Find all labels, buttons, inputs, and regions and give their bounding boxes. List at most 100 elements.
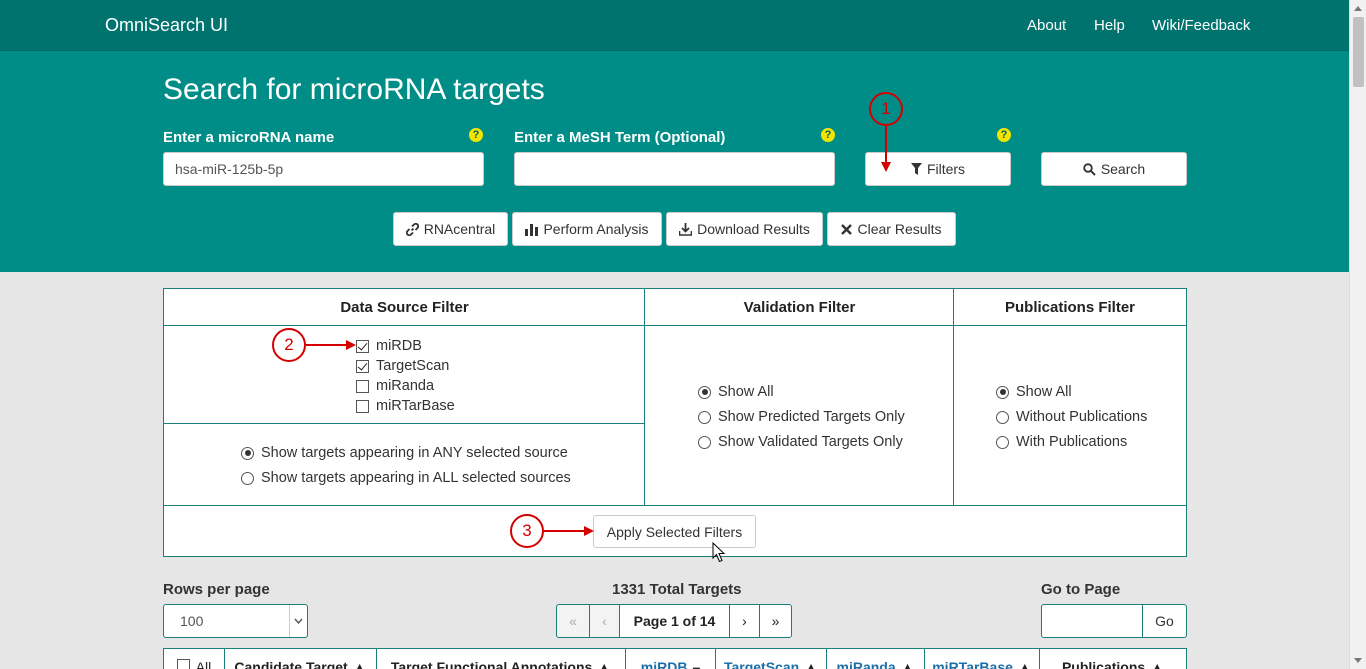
rnacentral-button-label: RNAcentral [423,221,496,237]
validation-show-all[interactable]: Show All [698,384,774,400]
search-hero: Search for microRNA targets Enter a micr… [0,51,1349,272]
publications-without[interactable]: Without Publications [996,409,1147,425]
source-mode-all[interactable]: Show targets appearing in ALL selected s… [241,470,571,486]
mirdb-label: miRDB [376,338,422,354]
bar-chart-icon [525,223,539,236]
sort-icon: ▲ [1150,659,1165,669]
column-header-miranda[interactable]: miRanda ▲ [827,649,925,669]
annotation-marker-1: 1 [869,92,903,126]
rows-per-page-label: Rows per page [163,581,270,598]
navbar: OmniSearch UI About Help Wiki/Feedback [0,0,1349,51]
publications-with[interactable]: With Publications [996,434,1127,450]
scroll-up-arrow-icon[interactable] [1354,6,1362,11]
go-button[interactable]: Go [1142,604,1187,638]
annotation-arrow-3 [544,526,594,536]
sort-icon: ▲ [900,659,915,669]
data-source-filter-heading: Data Source Filter [164,289,645,326]
page-title: Search for microRNA targets [163,73,545,106]
close-icon [841,223,853,235]
mesh-help-icon[interactable]: ? [821,128,835,142]
mesh-input[interactable] [514,152,835,186]
mouse-cursor-icon [712,542,726,563]
validation-show-all-label: Show All [718,384,774,400]
total-targets: 1331 Total Targets [612,581,742,598]
go-to-page-input[interactable] [1041,604,1143,638]
all-radio[interactable] [241,471,254,485]
download-results-button[interactable]: Download Results [666,212,823,246]
download-icon [679,222,693,236]
miranda-checkbox[interactable] [356,379,369,393]
annotation-marker-2: 2 [272,328,306,362]
next-page-button[interactable]: › [729,604,760,638]
column-header-targetscan[interactable]: TargetScan ▲ [716,649,827,669]
column-header-annotations[interactable]: Target Functional Annotations ▲ [377,649,626,669]
source-checkbox-miranda[interactable]: miRanda [356,378,434,394]
mesh-label: Enter a MeSH Term (Optional) [514,129,726,146]
validation-filter-heading: Validation Filter [645,289,954,326]
select-all-label: All [195,659,212,669]
validation-validated-radio[interactable] [698,435,711,449]
mirtarbase-checkbox[interactable] [356,399,369,413]
validation-validated-only[interactable]: Show Validated Targets Only [698,434,903,450]
select-all-checkbox[interactable] [176,659,190,669]
miranda-label: miRanda [376,378,435,394]
publications-show-all-label: Show All [1016,384,1072,400]
link-icon [405,222,419,236]
sort-icon: ▲ [352,659,367,669]
targetscan-label: TargetScan [376,358,450,374]
page-scrollbar[interactable] [1349,0,1366,669]
column-header-candidate-target[interactable]: Candidate Target ▲ [225,649,377,669]
publications-without-radio[interactable] [996,410,1009,424]
filters-panel: Data Source Filter Validation Filter Pub… [163,288,1187,557]
publications-show-all-radio[interactable] [996,385,1009,399]
filters-help-icon[interactable]: ? [997,128,1011,142]
annotation-marker-3: 3 [510,514,544,548]
scrollbar-thumb[interactable] [1353,17,1364,87]
source-checkbox-targetscan[interactable]: TargetScan [356,358,449,374]
filters-button-label: Filters [926,161,966,177]
results-table-header: All Candidate Target ▲ Target Functional … [163,648,1187,669]
source-mode-any[interactable]: Show targets appearing in ANY selected s… [241,445,568,461]
nav-link-about[interactable]: About [1027,17,1066,34]
any-label: Show targets appearing in ANY selected s… [261,445,568,461]
mirtarbase-label: miRTarBase [376,398,455,414]
publications-filter-heading: Publications Filter [954,289,1186,326]
validation-predicted-only[interactable]: Show Predicted Targets Only [698,409,905,425]
validation-predicted-radio[interactable] [698,410,711,424]
search-button-label: Search [1100,161,1146,177]
validation-show-all-radio[interactable] [698,385,711,399]
sort-icon: ▲ [1017,659,1032,669]
clear-results-button[interactable]: Clear Results [827,212,956,246]
brand-logo[interactable]: OmniSearch UI [105,15,228,36]
source-checkbox-mirdb[interactable]: miRDB [356,338,422,354]
column-header-publications[interactable]: Publications ▲ [1040,649,1186,669]
scroll-down-arrow-icon[interactable] [1354,658,1362,663]
current-page: Page 1 of 14 [619,604,730,638]
column-header-mirdb[interactable]: miRDB – [626,649,716,669]
publications-with-label: With Publications [1016,434,1128,450]
mirna-input[interactable] [163,152,484,186]
prev-page-button[interactable]: ‹ [589,604,620,638]
apply-filters-button[interactable]: Apply Selected Filters [593,515,756,548]
select-all-header[interactable]: All [164,649,225,669]
column-header-mirtarbase[interactable]: miRTarBase ▲ [925,649,1040,669]
perform-analysis-button[interactable]: Perform Analysis [512,212,662,246]
targetscan-checkbox[interactable] [356,359,369,373]
publications-with-radio[interactable] [996,435,1009,449]
rnacentral-button[interactable]: RNAcentral [393,212,508,246]
perform-analysis-button-label: Perform Analysis [543,221,649,237]
rows-per-page-select[interactable]: 100 [163,604,308,638]
annotation-arrow-2 [306,340,356,350]
nav-link-help[interactable]: Help [1094,17,1125,34]
mirna-help-icon[interactable]: ? [469,128,483,142]
first-page-button[interactable]: « [556,604,590,638]
sort-icon: – [692,659,701,669]
last-page-button[interactable]: » [759,604,792,638]
source-checkbox-mirtarbase[interactable]: miRTarBase [356,398,455,414]
validation-predicted-label: Show Predicted Targets Only [718,409,905,425]
search-button[interactable]: Search [1041,152,1187,186]
sort-icon: ▲ [804,659,819,669]
nav-link-wiki-feedback[interactable]: Wiki/Feedback [1152,17,1250,34]
any-radio[interactable] [241,446,254,460]
publications-show-all[interactable]: Show All [996,384,1072,400]
